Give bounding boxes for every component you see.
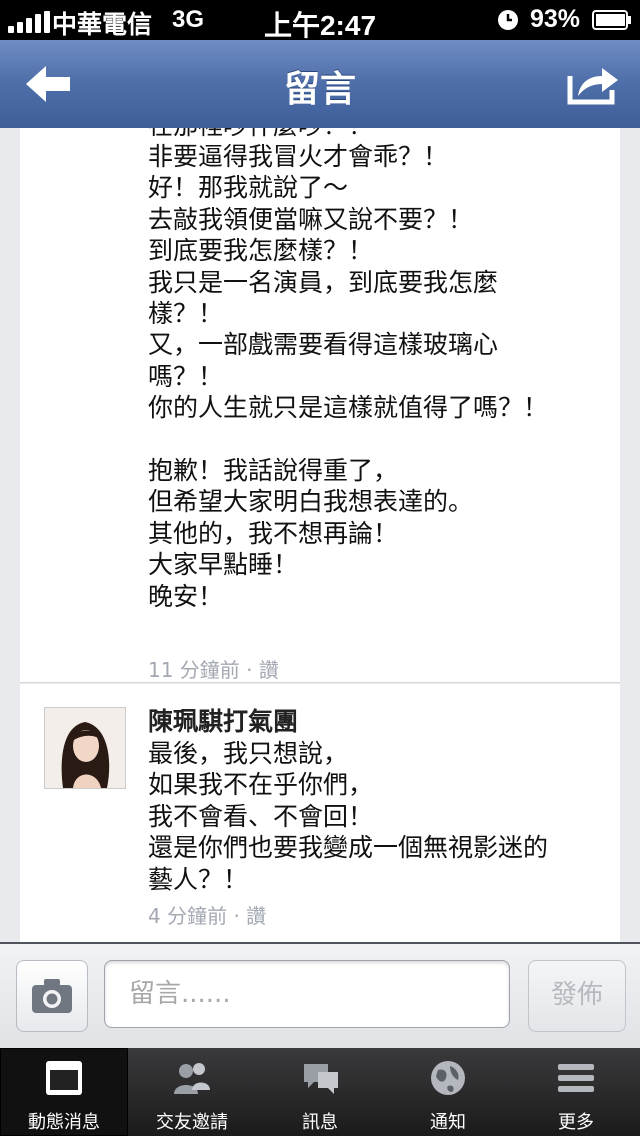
tab-label: 動態消息 [28,1112,100,1133]
like-link[interactable]: 讚 [246,904,266,928]
friend-requests-icon [174,1063,210,1094]
status-bar: 中華電信 3G 上午2:47 93% [0,0,640,41]
comment-author[interactable]: 陳珮騏打氣團 [148,702,298,738]
tab-label: 更多 [558,1112,594,1133]
post-button[interactable]: 發佈 [528,960,626,1032]
tab-label: 訊息 [302,1112,338,1133]
more-menu-icon [558,1064,594,1092]
battery-percentage: 93% [530,5,581,33]
camera-icon [32,979,72,1013]
notifications-globe-icon [431,1061,465,1095]
comment-meta: 11 分鐘前 · 讚 [148,654,279,683]
alarm-icon [498,10,518,30]
like-link[interactable]: 讚 [259,658,279,682]
page-title: 留言 [283,69,356,110]
tab-label: 通知 [430,1112,466,1133]
tab-bar: 動態消息 交友邀請 訊息 通知 更多 [0,1048,640,1136]
tab-notifications[interactable]: 通知 [384,1048,512,1136]
camera-button[interactable] [16,960,88,1032]
comment-time: 4 分鐘前 [148,904,228,928]
comment-text: 最後，我只想說， 如果我不在乎你們， 我不會看、不會回！ 還是你們也要我變成一個… [148,739,549,894]
meta-separator: · [233,904,240,928]
tab-news-feed[interactable]: 動態消息 [0,1048,128,1136]
meta-separator: · [246,658,253,682]
tab-label: 交友邀請 [156,1112,228,1133]
tab-messages[interactable]: 訊息 [256,1048,384,1136]
tab-more[interactable]: 更多 [512,1048,640,1136]
comment-meta: 4 分鐘前 · 讚 [148,900,266,929]
news-feed-icon [46,1061,82,1095]
navigation-bar: 留言 [0,40,640,129]
messages-icon [304,1064,338,1094]
comment-item: 陳珮騏打氣團 最後，我只想說， 如果我不在乎你們， 我不會看、不會回！ 還是你們… [20,684,620,942]
share-icon[interactable] [560,58,626,110]
comments-list[interactable]: 在那裡吵什麼吵？！ 非要逼得我冒火才會乖？！ 好！那我就說了～ 去敲我領便當嘛又… [0,128,640,942]
comment-composer: 發佈 [0,942,640,1050]
comment-text: 非要逼得我冒火才會乖？！ 好！那我就說了～ 去敲我領便當嘛又說不要？！ 到底要我… [148,142,549,611]
tab-friend-requests[interactable]: 交友邀請 [128,1048,256,1136]
battery-icon [592,10,631,30]
comment-text-overflow: 在那裡吵什麼吵？！ [148,128,608,141]
comment-time: 11 分鐘前 [148,658,240,682]
comment-item: 在那裡吵什麼吵？！ 非要逼得我冒火才會乖？！ 好！那我就說了～ 去敲我領便當嘛又… [20,128,620,683]
comment-input[interactable] [104,960,510,1028]
avatar[interactable] [44,707,126,789]
